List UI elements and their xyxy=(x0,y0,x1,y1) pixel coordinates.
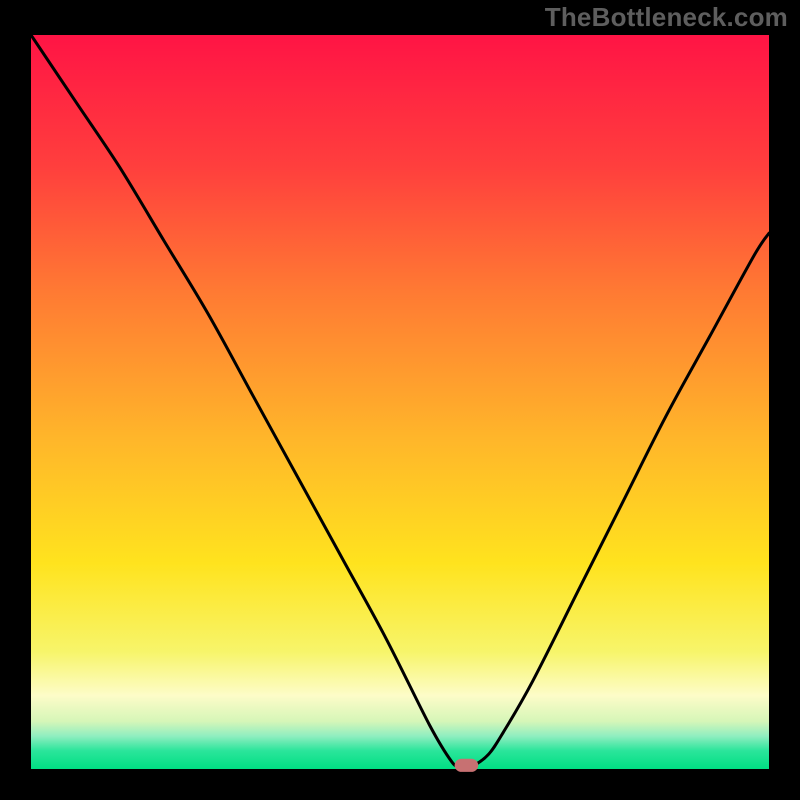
chart-frame: TheBottleneck.com xyxy=(0,0,800,800)
plot-background xyxy=(31,35,769,769)
bottleneck-chart xyxy=(0,0,800,800)
optimal-marker xyxy=(455,759,479,772)
